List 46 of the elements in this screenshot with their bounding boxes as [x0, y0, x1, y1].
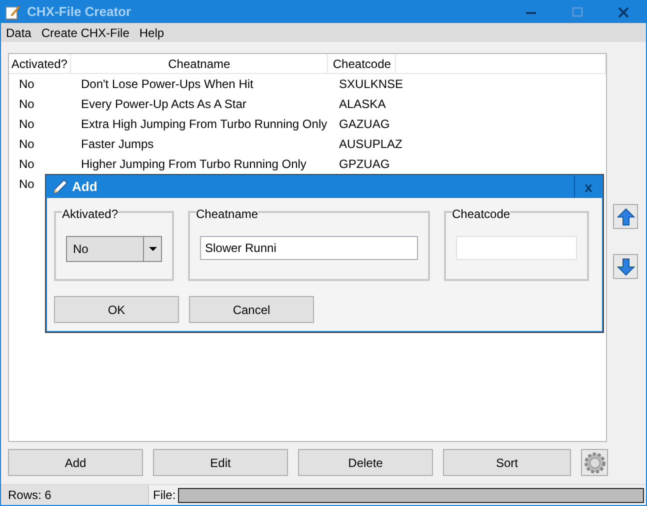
table-cell-text: Extra High Jumping From Turbo Running Only [80, 117, 328, 131]
status-text: File: [153, 487, 176, 504]
table-cell-text: GPZUAG [338, 157, 390, 171]
table-cell-text: No [18, 157, 34, 171]
text-field[interactable]: Slower Runni [200, 236, 418, 260]
pencil-icon [52, 179, 68, 195]
arrow-down-icon [616, 256, 636, 276]
action-button[interactable]: Sort [443, 449, 571, 476]
table-cell-text: No [18, 177, 34, 191]
table-cell-text: Higher Jumping From Turbo Running Only [80, 157, 306, 171]
table-cell-text: AUSUPLAZ [338, 137, 402, 151]
action-button[interactable]: Edit [153, 449, 288, 476]
menu-item[interactable]: Help [134, 24, 170, 42]
arrow-up-button[interactable] [613, 204, 638, 229]
table-cell-text: GAZUAG [338, 117, 390, 131]
table-cell-text: No [18, 97, 34, 111]
dialog-title: Add [72, 178, 98, 196]
status-text: Rows: 6 [1, 485, 149, 505]
arrow-down-button[interactable] [613, 254, 638, 279]
dropdown[interactable]: No [66, 236, 162, 262]
column-header[interactable]: Cheatcode [328, 54, 396, 73]
text-field[interactable] [456, 236, 577, 260]
window-title: CHX-File Creator [27, 3, 132, 22]
table-cell-text: No [18, 117, 34, 131]
column-header[interactable]: Cheatname [70, 54, 328, 73]
table-cell-text: No [18, 137, 34, 151]
dialog-button[interactable]: OK [54, 296, 179, 323]
table-cell-text: SXULKNSE [338, 77, 404, 91]
table-cell-text: ALASKA [338, 97, 386, 111]
dialog-button[interactable]: Cancel [189, 296, 314, 323]
gear-icon [584, 452, 606, 474]
table-cell-text: No [18, 77, 34, 91]
app-icon [5, 4, 21, 20]
action-button[interactable]: Delete [298, 449, 433, 476]
menu-item[interactable]: Data [1, 24, 36, 42]
arrow-up-icon [616, 206, 636, 226]
column-header[interactable]: Activated? [9, 54, 71, 73]
menu-item[interactable]: Create CHX-File [36, 24, 134, 42]
action-button[interactable]: Add [8, 449, 143, 476]
table-cell-text: Faster Jumps [80, 137, 154, 151]
table-cell-text: Don't Lose Power-Ups When Hit [80, 77, 254, 91]
close-icon [618, 6, 628, 18]
settings-button[interactable] [581, 449, 608, 476]
caret-icon [148, 247, 156, 251]
maximize-icon [572, 6, 582, 18]
table-cell-text: Every Power-Up Acts As A Star [80, 97, 246, 111]
